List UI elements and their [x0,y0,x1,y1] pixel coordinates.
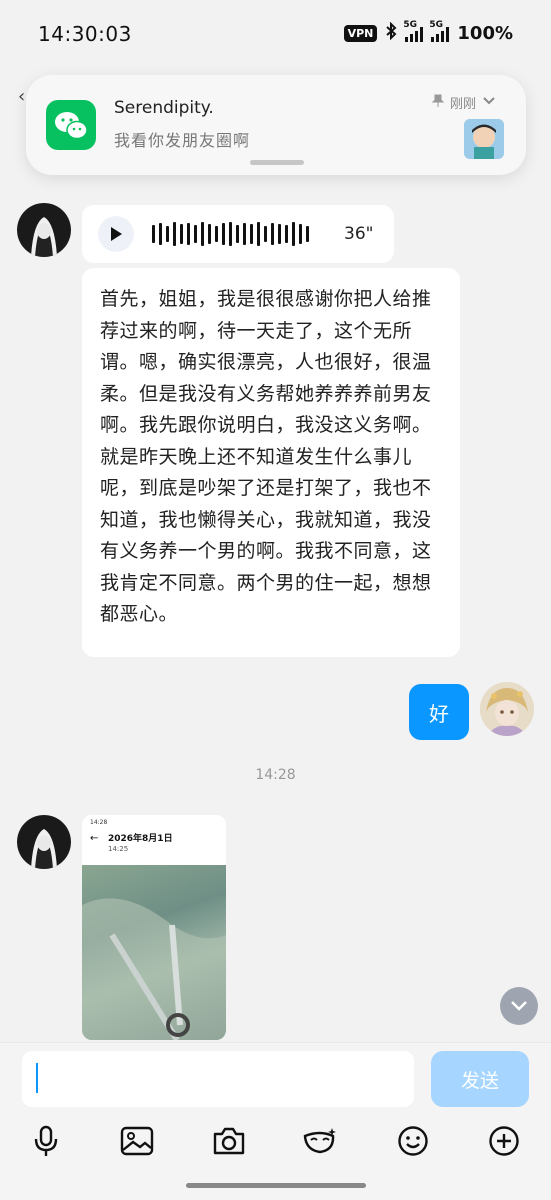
notification-message: 我看你发朋友圈啊 [114,131,251,150]
signal-icon: 5G [429,20,450,42]
mask-icon[interactable] [298,1119,342,1163]
plus-icon[interactable] [482,1119,526,1163]
image-header: 14:28 ← 2026年8月1日 14:25 [82,815,226,865]
avatar[interactable] [17,203,71,257]
wechat-icon [46,100,96,150]
status-bar: 14:30:03 VPN 5G 5G 100% [0,0,551,70]
vpn-badge: VPN [343,25,378,42]
message-input[interactable] [22,1051,414,1107]
toolbar [0,1119,551,1163]
notification-drag-handle[interactable] [250,160,304,165]
text-message[interactable]: 首先，姐姐，我是很很感谢你把人给推荐过来的啊，待一天走了，这个无所谓。嗯，确实很… [82,268,460,657]
image-status-time: 14:28 [90,819,108,826]
status-time: 14:30:03 [38,22,132,46]
signal-icon: 5G [403,20,424,42]
waveform [152,222,309,246]
back-arrow-icon: ← [90,833,99,844]
back-icon[interactable]: ‹ [18,86,25,107]
image-icon[interactable] [115,1119,159,1163]
bluetooth-icon [385,21,397,45]
chat-timestamp: 14:28 [255,767,296,783]
microphone-icon[interactable] [24,1119,68,1163]
emoji-icon[interactable] [391,1119,435,1163]
chevron-down-icon[interactable] [482,95,496,110]
input-area: 发送 [0,1042,551,1200]
home-indicator[interactable] [186,1183,366,1188]
scroll-down-button[interactable] [500,987,538,1025]
notification-title: Serendipity. [114,98,214,118]
notification-time-row: 刚刚 [431,93,496,112]
pin-icon [431,94,445,112]
my-message[interactable]: 好 [409,684,469,740]
voice-message[interactable]: 36" [82,205,394,263]
camera-icon[interactable] [207,1119,251,1163]
photo-content [82,865,226,1040]
image-message[interactable]: 14:28 ← 2026年8月1日 14:25 [82,815,226,1040]
send-button[interactable]: 发送 [431,1051,529,1107]
battery-level: 100% [457,23,513,44]
status-indicators: VPN 5G 5G 100% [343,20,513,45]
sender-avatar [464,119,504,159]
avatar[interactable] [17,815,71,869]
image-title: 2026年8月1日 [108,834,173,844]
image-subtitle: 14:25 [108,845,129,853]
notification-banner[interactable]: Serendipity. 我看你发朋友圈啊 刚刚 [26,75,526,175]
text-caret [36,1063,38,1093]
voice-duration: 36" [344,224,374,244]
play-icon[interactable] [98,216,134,252]
my-avatar[interactable] [480,682,534,736]
notification-time: 刚刚 [449,97,476,112]
